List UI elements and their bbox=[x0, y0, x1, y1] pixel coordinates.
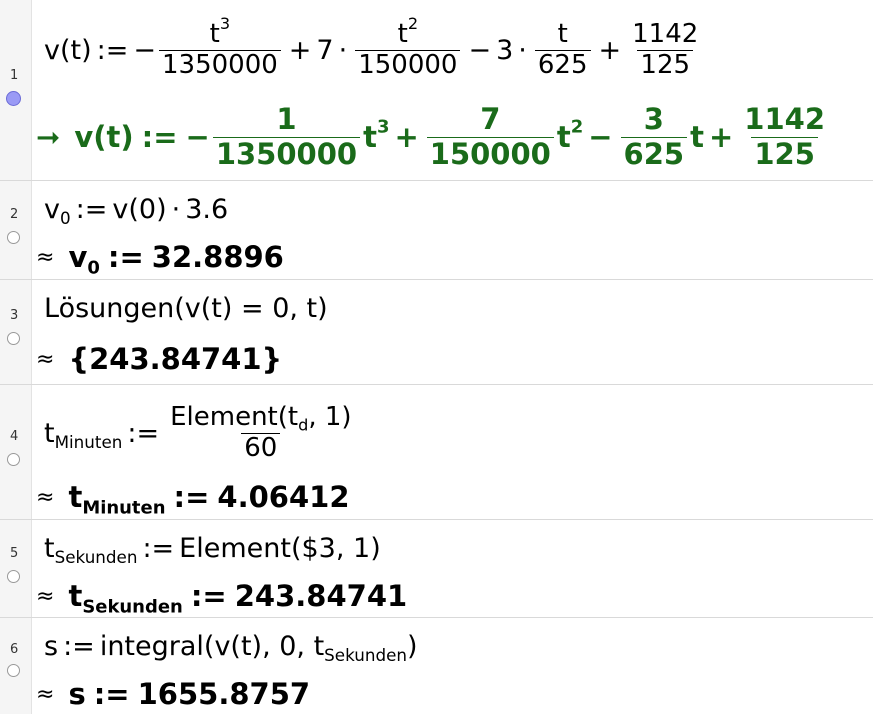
fraction-3: t 625 bbox=[534, 19, 591, 81]
assign-operator: := bbox=[96, 34, 129, 66]
assign-operator: := bbox=[107, 240, 144, 274]
cas-row-2[interactable]: 2 v0 := v(0) · 3.6 ≈ v0 := 32.8896 bbox=[0, 181, 873, 280]
plus-operator: + bbox=[288, 34, 312, 66]
visibility-marble-icon[interactable] bbox=[7, 453, 20, 466]
assign-operator: := bbox=[127, 417, 160, 449]
evaluate-arrow-icon: ➞ bbox=[36, 120, 61, 154]
output-value: 243.84741 bbox=[234, 579, 408, 613]
assign-operator: := bbox=[173, 480, 210, 514]
assign-operator: := bbox=[93, 677, 130, 711]
input-lhs: v(t) bbox=[44, 34, 92, 66]
fraction: Element(td, 1) 60 bbox=[170, 401, 352, 463]
dot-operator: · bbox=[518, 34, 527, 66]
row-gutter: 5 bbox=[0, 520, 32, 617]
row-number: 1 bbox=[10, 68, 19, 83]
row-number: 4 bbox=[10, 429, 19, 444]
minus-operator: − bbox=[133, 34, 156, 66]
row-gutter: 6 bbox=[0, 618, 32, 714]
input-cell[interactable]: tSekunden := Element($3, 1) bbox=[44, 526, 381, 570]
fraction-4: 1142 125 bbox=[632, 18, 699, 80]
minus-operator: − bbox=[588, 120, 613, 154]
cas-row-4[interactable]: 4 tMinuten := Element(td, 1) 60 ≈ tMinut… bbox=[0, 385, 873, 520]
fraction-3: 3 625 bbox=[620, 102, 688, 171]
minus-operator: − bbox=[185, 120, 210, 154]
assign-operator: := bbox=[190, 579, 227, 613]
coefficient: 3 bbox=[496, 34, 514, 66]
approx-icon: ≈ bbox=[36, 681, 55, 707]
cas-row-6[interactable]: 6 s := integral(v(t), 0, tSekunden) ≈ s … bbox=[0, 618, 873, 714]
output-cell: ≈ v0 := 32.8896 bbox=[36, 240, 284, 279]
approx-icon: ≈ bbox=[36, 583, 55, 609]
output-cell: ≈ tMinuten := 4.06412 bbox=[36, 480, 350, 519]
visibility-marble-icon[interactable] bbox=[7, 570, 20, 583]
visibility-marble-icon[interactable] bbox=[7, 664, 20, 677]
fraction-4: 1142 125 bbox=[744, 102, 825, 171]
fraction-1: 1 1350000 bbox=[212, 102, 361, 171]
dot-operator: · bbox=[338, 34, 348, 66]
row-number: 2 bbox=[10, 207, 19, 222]
plus-operator: + bbox=[394, 120, 419, 154]
output-cell: ≈ {243.84741} bbox=[36, 338, 282, 380]
row-gutter: 4 bbox=[0, 385, 32, 519]
visibility-marble-icon[interactable] bbox=[7, 231, 20, 244]
dot-operator: · bbox=[171, 193, 181, 225]
fraction-1: t3 1350000 bbox=[159, 15, 281, 81]
cas-row-5[interactable]: 5 tSekunden := Element($3, 1) ≈ tSekunde… bbox=[0, 520, 873, 618]
row-gutter: 2 bbox=[0, 181, 32, 279]
cas-row-1[interactable]: 1 v(t) := − t3 1350000 + 7 · t2 150000 −… bbox=[0, 0, 873, 181]
output-cell: ➞ v(t) := − 1 1350000 t3 + 7 150000 t2 −… bbox=[36, 96, 831, 178]
assign-operator: := bbox=[141, 120, 178, 154]
fraction-2: t2 150000 bbox=[355, 15, 461, 81]
visibility-marble-icon[interactable] bbox=[6, 91, 21, 106]
cas-view: 1 v(t) := − t3 1350000 + 7 · t2 150000 −… bbox=[0, 0, 873, 714]
output-lhs: v(t) bbox=[74, 120, 134, 154]
row-gutter: 1 bbox=[0, 0, 32, 180]
assign-operator: := bbox=[75, 193, 108, 225]
assign-operator: := bbox=[63, 630, 95, 662]
coefficient: 7 bbox=[316, 34, 334, 66]
input-cell[interactable]: Lösungen(v(t) = 0, t) bbox=[44, 286, 328, 330]
output-value: 4.06412 bbox=[217, 480, 350, 514]
visibility-marble-icon[interactable] bbox=[7, 332, 20, 345]
approx-icon: ≈ bbox=[36, 244, 55, 270]
cas-row-3[interactable]: 3 Lösungen(v(t) = 0, t) ≈ {243.84741} bbox=[0, 280, 873, 385]
output-value: {243.84741} bbox=[68, 342, 283, 376]
input-cell[interactable]: v0 := v(0) · 3.6 bbox=[44, 189, 228, 229]
output-value: 1655.8757 bbox=[137, 677, 311, 711]
assign-operator: := bbox=[142, 532, 175, 564]
row-number: 5 bbox=[10, 546, 19, 561]
row-number: 3 bbox=[10, 308, 19, 323]
approx-icon: ≈ bbox=[36, 346, 55, 372]
minus-operator: − bbox=[468, 34, 492, 66]
plus-operator: + bbox=[598, 34, 622, 66]
plus-operator: + bbox=[708, 120, 734, 154]
input-cell[interactable]: v(t) := − t3 1350000 + 7 · t2 150000 − 3… bbox=[44, 10, 704, 90]
row-number: 6 bbox=[10, 642, 19, 657]
row-gutter: 3 bbox=[0, 280, 32, 384]
approx-icon: ≈ bbox=[36, 484, 55, 510]
output-cell: ≈ tSekunden := 243.84741 bbox=[36, 579, 408, 618]
output-value: 32.8896 bbox=[151, 240, 284, 274]
input-cell[interactable]: tMinuten := Element(td, 1) 60 bbox=[44, 391, 358, 475]
input-cell[interactable]: s := integral(v(t), 0, tSekunden) bbox=[44, 624, 418, 668]
fraction-2: 7 150000 bbox=[426, 102, 554, 171]
output-cell: ≈ s := 1655.8757 bbox=[36, 677, 311, 711]
